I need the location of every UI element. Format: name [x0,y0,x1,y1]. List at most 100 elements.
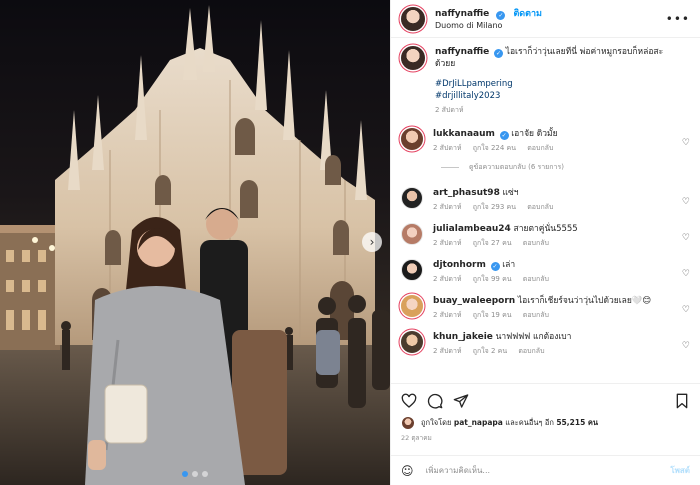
hashtag-link[interactable]: #drjillitaly2023 [435,90,672,102]
comment-item: julialambeau24 สายตาคู่นั่น5555 2 สัปดาห… [401,223,690,249]
comment-meta: 2 สัปดาห์ ถูกใจ 224 คน ตอบกลับ [433,143,672,154]
reply-button[interactable]: ตอบกลับ [518,347,544,355]
reply-button[interactable]: ตอบกลับ [523,239,549,247]
reply-button[interactable]: ตอบกลับ [527,144,553,152]
author-info: naffynaffie ✓ ติดตาม Duomo di Milano [435,5,542,32]
carousel-dot [202,471,208,477]
comment-like-count[interactable]: ถูกใจ 19 คน [473,311,512,319]
comment-time: 2 สัปดาห์ [433,239,462,247]
liker-avatar[interactable] [401,416,415,430]
comment-heart-icon[interactable]: ♡ [682,138,690,148]
follow-button[interactable]: ติดตาม [513,9,542,19]
post-photo[interactable]: › [0,0,390,485]
more-options-icon[interactable]: ••• [666,12,690,26]
comment-time: 2 สัปดาห์ [433,311,462,319]
commenter-avatar[interactable] [401,128,423,150]
commenter-avatar[interactable] [401,223,423,245]
verified-badge-icon: ✓ [496,11,506,20]
replies-divider [441,167,459,168]
commenter-username[interactable]: buay_waleeporn [433,296,515,306]
bookmark-icon[interactable] [674,393,690,409]
comment-item: lukkanaaum ✓ เอาจัย ดิวมั้ย 2 สัปดาห์ ถู… [401,128,690,154]
carousel-dot [182,471,188,477]
comment-text: ไอเราก็เชียร์จนว่าวุ่นไปด้วยเลย🤍😊 [517,296,652,306]
location-link[interactable]: Duomo di Milano [435,20,542,32]
liker-username[interactable]: pat_napapa [454,418,503,427]
action-icons [401,390,690,412]
comment-text: สายตาคู่นั่น5555 [513,224,578,234]
post-header: naffynaffie ✓ ติดตาม Duomo di Milano ••• [391,0,700,38]
comment-meta: 2 สัปดาห์ ถูกใจ 99 คน ตอบกลับ [433,274,672,285]
caption-text-line: naffynaffie ✓ ไอเราก็ว่าวุ่นเลยทีนี่ พ่อ… [435,46,672,70]
reply-button[interactable]: ตอบกลับ [527,203,553,211]
commenter-avatar[interactable] [401,187,423,209]
instagram-post-view: › naffynaffie ✓ ติดตาม Duomo di Milano •… [0,0,700,485]
comments-list[interactable]: naffynaffie ✓ ไอเราก็ว่าวุ่นเลยทีนี่ พ่อ… [391,38,700,383]
hashtag-link[interactable]: #DrJiLLpampering [435,78,672,90]
commenter-username[interactable]: art_phasut98 [433,188,500,198]
commenter-avatar[interactable] [401,259,423,281]
likes-count[interactable]: 55,215 คน [556,418,598,427]
comment-like-count[interactable]: ถูกใจ 224 คน [473,144,516,152]
add-comment-bar: ☺ เพิ่มความคิดเห็น... โพสต์ [391,455,700,485]
comment-input[interactable]: เพิ่มความคิดเห็น... [426,464,671,477]
comment-text-line: djtonhorm ✓ เล่า [433,259,672,271]
comment-like-count[interactable]: ถูกใจ 2 คน [473,347,507,355]
comment-time: 2 สัปดาห์ [433,144,462,152]
author-avatar[interactable] [401,6,425,31]
author-avatar[interactable] [401,46,425,70]
comment-like-count[interactable]: ถูกใจ 293 คน [473,203,516,211]
caption-timestamp: 2 สัปดาห์ [435,106,464,114]
commenter-username[interactable]: djtonhorm [433,260,486,270]
comment-text-line: lukkanaaum ✓ เอาจัย ดิวมั้ย [433,128,672,140]
comment-like-count[interactable]: ถูกใจ 99 คน [473,275,512,283]
comment-icon[interactable] [427,393,443,409]
carousel-dot [192,471,198,477]
caption-username[interactable]: naffynaffie [435,47,489,57]
carousel-dots [182,471,208,477]
comment-heart-icon[interactable]: ♡ [682,197,690,207]
likes-suffix: และคนอื่นๆ อีก [505,418,554,427]
comment-body: buay_waleeporn ไอเราก็เชียร์จนว่าวุ่นไปด… [433,295,690,321]
author-username[interactable]: naffynaffie [435,9,489,19]
comment-time: 2 สัปดาห์ [433,203,462,211]
comment-text: แซ่ฯ [502,188,519,198]
caption-time: 2 สัปดาห์ [435,105,672,116]
heart-icon[interactable] [401,393,417,409]
view-replies-label[interactable]: ดูข้อความตอบกลับ (6 รายการ) [469,162,564,173]
emoji-icon[interactable]: ☺ [401,464,414,478]
comment-text: เล่า [502,260,516,270]
post-side-panel: naffynaffie ✓ ติดตาม Duomo di Milano •••… [390,0,700,485]
comment-time: 2 สัปดาห์ [433,347,462,355]
comment-text-line: julialambeau24 สายตาคู่นั่น5555 [433,223,672,235]
view-replies-button[interactable]: ดูข้อความตอบกลับ (6 รายการ) [441,162,690,173]
reply-button[interactable]: ตอบกลับ [523,311,549,319]
comment-like-count[interactable]: ถูกใจ 27 คน [473,239,512,247]
comment-item: khun_jakeie นาฟฟฟฟ แกต้องเบา 2 สัปดาห์ ถ… [401,331,690,357]
post-date[interactable]: 22 ตุลาคม [401,433,690,443]
comment-text-line: khun_jakeie นาฟฟฟฟ แกต้องเบา [433,331,672,343]
commenter-username[interactable]: lukkanaaum [433,129,495,139]
commenter-avatar[interactable] [401,295,423,317]
comment-item: buay_waleeporn ไอเราก็เชียร์จนว่าวุ่นไปด… [401,295,690,321]
comment-heart-icon[interactable]: ♡ [682,269,690,279]
next-photo-chevron-icon[interactable]: › [362,232,382,252]
commenter-username[interactable]: khun_jakeie [433,332,493,342]
comment-time: 2 สัปดาห์ [433,275,462,283]
comment-heart-icon[interactable]: ♡ [682,341,690,351]
commenter-username[interactable]: julialambeau24 [433,224,511,234]
reply-button[interactable]: ตอบกลับ [523,275,549,283]
share-icon[interactable] [453,393,469,409]
comment-meta: 2 สัปดาห์ ถูกใจ 2 คน ตอบกลับ [433,346,672,357]
comment-body: khun_jakeie นาฟฟฟฟ แกต้องเบา 2 สัปดาห์ ถ… [433,331,690,357]
verified-badge-icon: ✓ [490,262,500,271]
post-comment-button[interactable]: โพสต์ [670,464,690,477]
commenter-avatar[interactable] [401,331,423,353]
comment-heart-icon[interactable]: ♡ [682,233,690,243]
comment-meta: 2 สัปดาห์ ถูกใจ 19 คน ตอบกลับ [433,310,672,321]
comment-text: เอาจัย ดิวมั้ย [511,129,558,139]
comment-text-line: buay_waleeporn ไอเราก็เชียร์จนว่าวุ่นไปด… [433,295,672,307]
comment-body: djtonhorm ✓ เล่า 2 สัปดาห์ ถูกใจ 99 คน ต… [433,259,690,285]
comment-item: art_phasut98 แซ่ฯ 2 สัปดาห์ ถูกใจ 293 คน… [401,187,690,213]
comment-heart-icon[interactable]: ♡ [682,305,690,315]
